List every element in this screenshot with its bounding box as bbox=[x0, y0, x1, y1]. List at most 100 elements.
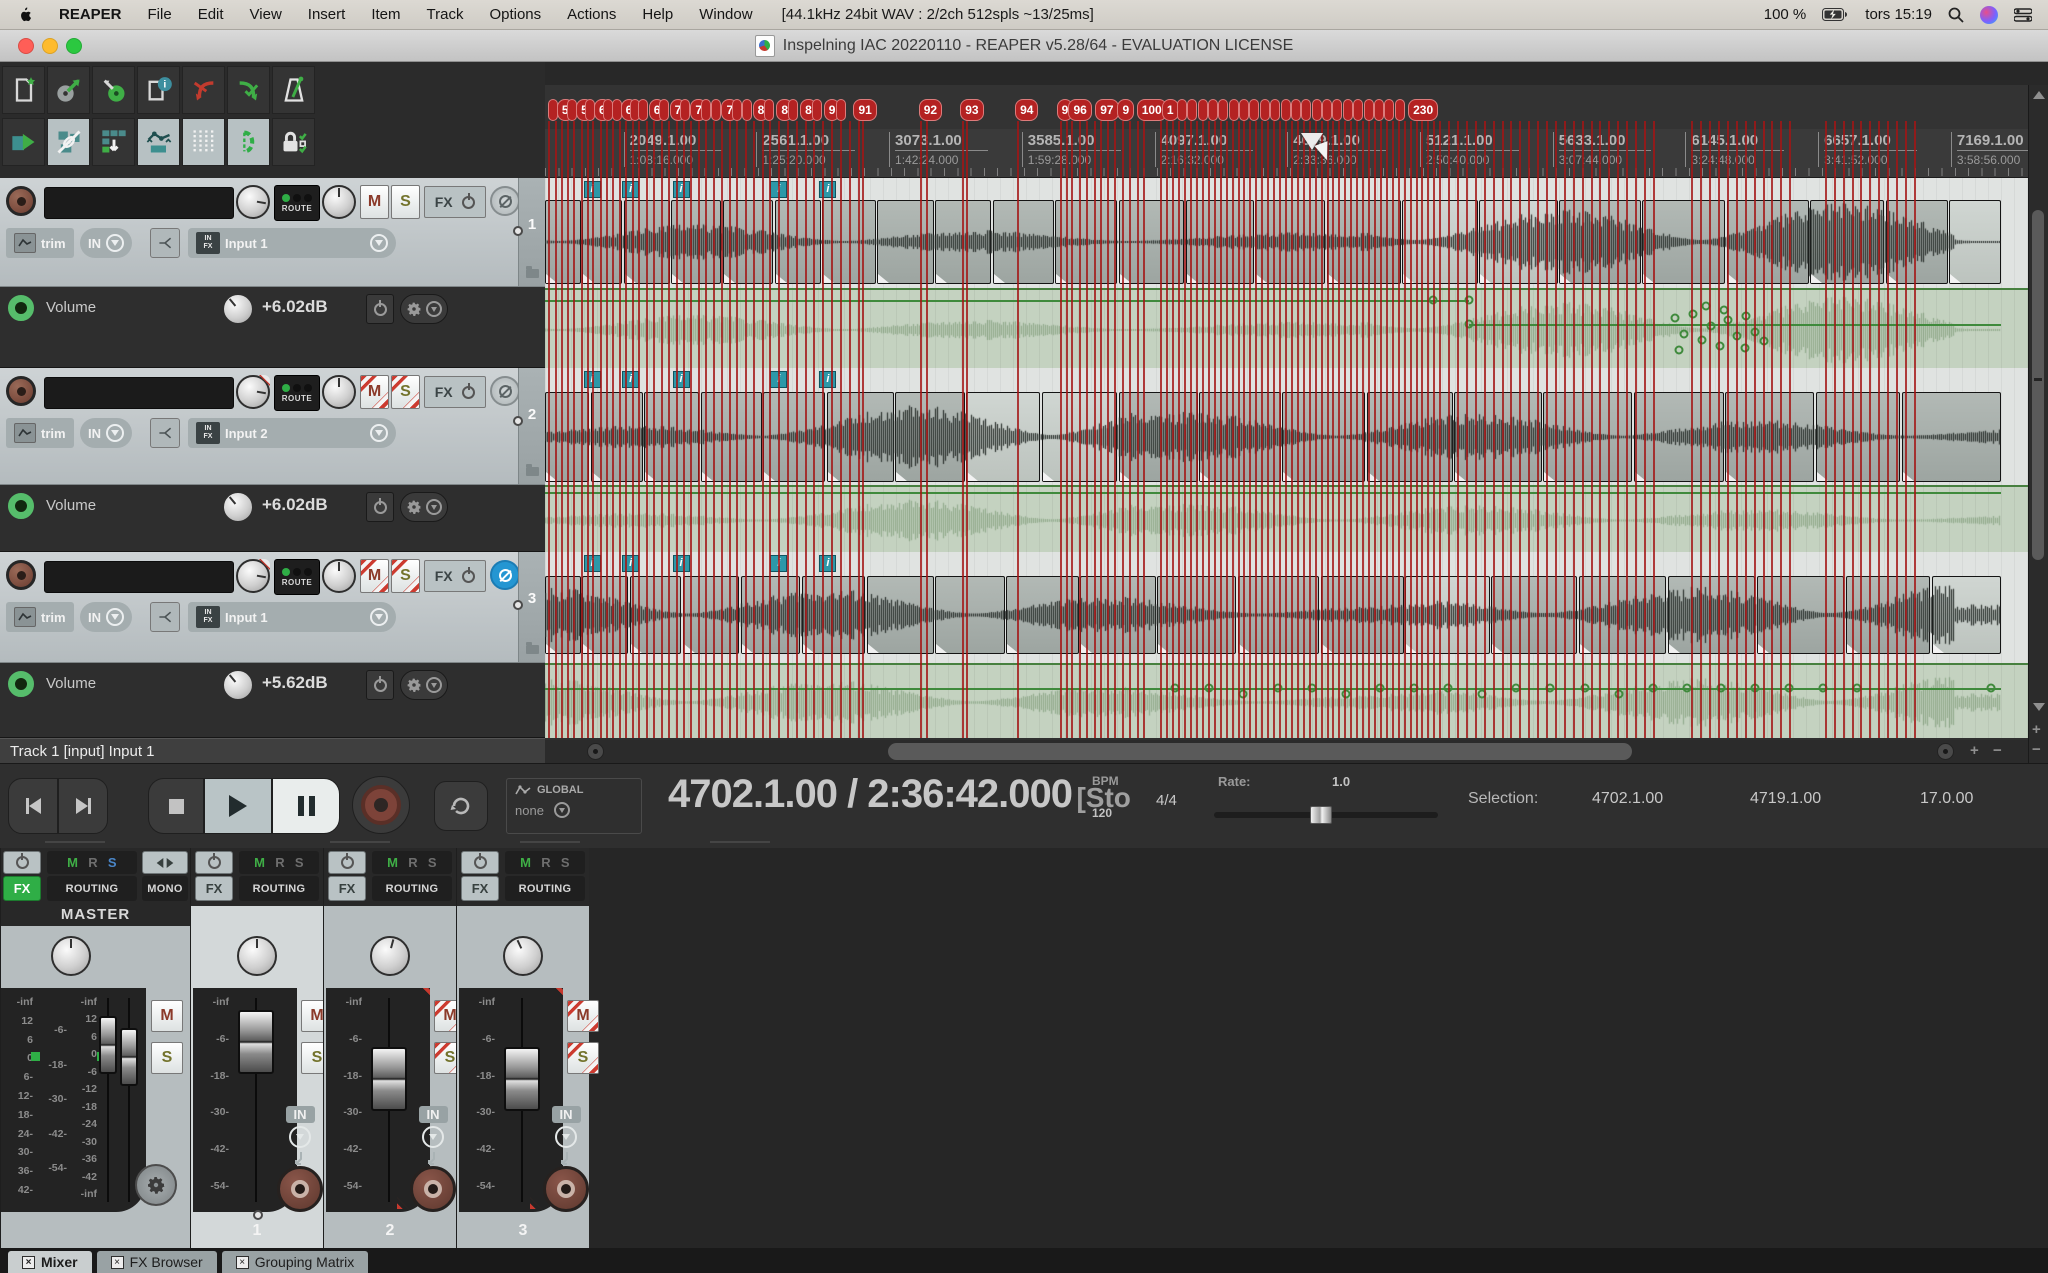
docker-button[interactable] bbox=[92, 118, 135, 166]
audio-item[interactable] bbox=[1932, 576, 2002, 654]
menu-edit[interactable]: Edit bbox=[185, 6, 237, 23]
marker-chip[interactable] bbox=[1291, 99, 1301, 121]
route-button[interactable]: ROUTE bbox=[274, 185, 320, 221]
metronome-button[interactable] bbox=[272, 66, 315, 114]
audio-item[interactable] bbox=[1949, 200, 2001, 284]
mute-button[interactable]: M bbox=[360, 185, 389, 219]
input-dropdown-icon[interactable] bbox=[555, 1126, 577, 1148]
track-panel-2[interactable]: ROUTEMSFXtrimININFXInput 22 bbox=[0, 368, 545, 485]
volume-envelope-panel-3[interactable]: Volume+5.62dB bbox=[0, 663, 545, 738]
marker-chip[interactable]: 94 bbox=[1015, 99, 1038, 121]
menu-insert[interactable]: Insert bbox=[295, 6, 359, 23]
marker-chip[interactable] bbox=[1218, 99, 1228, 121]
audio-item[interactable] bbox=[630, 576, 682, 654]
vzoom-in-icon[interactable]: + bbox=[2032, 721, 2041, 738]
marker-chip[interactable] bbox=[1239, 99, 1249, 121]
marker-chip[interactable] bbox=[1260, 99, 1270, 121]
tab-fx-browser[interactable]: ×FX Browser bbox=[97, 1251, 217, 1273]
master-fx-button[interactable]: FX bbox=[3, 876, 41, 901]
bpm-value[interactable]: 120 bbox=[1092, 806, 1112, 820]
trim-envelope-button[interactable]: trim bbox=[6, 228, 74, 258]
master-pan-knob[interactable] bbox=[51, 936, 91, 976]
volume-envelope-panel-2[interactable]: Volume+6.02dB bbox=[0, 485, 545, 552]
playrate-slider-thumb[interactable] bbox=[1310, 806, 1332, 824]
stop-button[interactable] bbox=[148, 778, 204, 834]
pan-knob[interactable] bbox=[236, 559, 270, 593]
track-panel-3[interactable]: ROUTEMSFXtrimININFXInput 13 bbox=[0, 552, 545, 663]
fx-button[interactable]: FX bbox=[424, 376, 486, 408]
track-panel-1[interactable]: ROUTEMSFXtrimININFXInput 11 bbox=[0, 178, 545, 287]
marker-chip[interactable] bbox=[836, 99, 846, 121]
go-to-end-button[interactable] bbox=[58, 778, 108, 834]
marker-chip[interactable]: 93 bbox=[960, 99, 983, 121]
playrate-slider[interactable] bbox=[1214, 806, 1438, 824]
menu-help[interactable]: Help bbox=[629, 6, 686, 23]
audio-item[interactable] bbox=[1282, 392, 1365, 482]
input-dropdown-icon[interactable] bbox=[106, 234, 124, 252]
item-grouping-button[interactable] bbox=[47, 118, 90, 166]
panel-resize-handle[interactable] bbox=[513, 600, 523, 610]
marker-chip[interactable] bbox=[1249, 99, 1259, 121]
marker-chip[interactable] bbox=[1322, 99, 1332, 121]
marker-chip[interactable] bbox=[1187, 99, 1197, 121]
audio-item[interactable] bbox=[1725, 392, 1814, 482]
time-signature[interactable]: 4/4 bbox=[1156, 792, 1177, 809]
mixer-strip-2[interactable]: FXMRSROUTING-inf-6--18--30--42--54-MSIN2 bbox=[323, 848, 456, 1248]
tab-grouping-matrix[interactable]: ×Grouping Matrix bbox=[222, 1251, 369, 1273]
mute-button[interactable]: M bbox=[360, 559, 389, 593]
solo-button[interactable]: S bbox=[391, 375, 420, 409]
hzoom-out-icon[interactable]: − bbox=[1993, 742, 2002, 759]
new-project-button[interactable] bbox=[2, 66, 45, 114]
repeat-button[interactable] bbox=[434, 781, 488, 831]
fx-power-icon[interactable] bbox=[462, 386, 475, 399]
menu-options[interactable]: Options bbox=[476, 6, 554, 23]
routing-matrix-button[interactable] bbox=[150, 228, 180, 258]
route-button[interactable]: ROUTE bbox=[274, 559, 320, 595]
input-fx-dropdown-icon[interactable] bbox=[370, 234, 388, 252]
envelope-node[interactable] bbox=[1986, 684, 1995, 693]
envelope-arm-icon[interactable] bbox=[8, 671, 34, 697]
marker-chip[interactable] bbox=[659, 99, 669, 121]
master-fader-cap-left[interactable] bbox=[99, 1016, 117, 1074]
apple-menu[interactable] bbox=[18, 6, 32, 23]
audio-item[interactable] bbox=[802, 576, 866, 654]
control-center-icon[interactable] bbox=[2014, 8, 2032, 22]
solo-button[interactable]: S bbox=[567, 1042, 599, 1074]
scroll-up-icon[interactable] bbox=[2033, 91, 2045, 99]
track-name-field[interactable] bbox=[44, 377, 234, 409]
solo-button[interactable]: S bbox=[391, 185, 420, 219]
routing-button[interactable]: ROUTING bbox=[239, 876, 319, 901]
input-fx-chip[interactable]: INFXInput 1 bbox=[188, 228, 396, 258]
envelope-power-button[interactable] bbox=[366, 294, 394, 324]
fx-button[interactable]: FX bbox=[424, 560, 486, 592]
mrs-indicators[interactable]: MRS bbox=[505, 851, 585, 874]
play-button[interactable] bbox=[204, 778, 272, 834]
envelope-dropdown-icon[interactable] bbox=[426, 677, 442, 693]
strip-handle[interactable] bbox=[253, 1210, 263, 1220]
marker-chip[interactable] bbox=[812, 99, 822, 121]
menu-track[interactable]: Track bbox=[414, 6, 477, 23]
envelope-node[interactable] bbox=[1671, 314, 1680, 323]
input-fx-chip[interactable]: INFXInput 1 bbox=[188, 602, 396, 632]
audio-item[interactable] bbox=[827, 392, 894, 482]
monitor-knob[interactable] bbox=[322, 559, 356, 593]
battery-icon[interactable] bbox=[1822, 8, 1849, 21]
routing-matrix-button[interactable] bbox=[150, 602, 180, 632]
input-dropdown[interactable]: IN bbox=[412, 1106, 454, 1165]
input-dropdown[interactable]: IN bbox=[279, 1106, 321, 1165]
audio-item[interactable] bbox=[1727, 200, 1809, 284]
monitor-knob[interactable] bbox=[322, 375, 356, 409]
pan-knob[interactable] bbox=[236, 375, 270, 409]
marker-chip[interactable]: 97 bbox=[1095, 99, 1118, 121]
panel-resize-handle[interactable] bbox=[513, 416, 523, 426]
track-number-strip[interactable]: 1 bbox=[518, 178, 545, 286]
marker-chip[interactable]: 230 bbox=[1408, 99, 1438, 121]
marker-chip[interactable] bbox=[701, 99, 711, 121]
menu-view[interactable]: View bbox=[237, 6, 295, 23]
master-settings-button[interactable] bbox=[135, 1164, 177, 1206]
volume-knob[interactable] bbox=[222, 491, 254, 523]
hzoom-in-icon[interactable]: + bbox=[1970, 742, 1979, 759]
scrollbar-thumb[interactable] bbox=[888, 743, 1632, 760]
media-item-properties-button[interactable] bbox=[2, 118, 45, 166]
envelope-node[interactable] bbox=[1679, 330, 1688, 339]
